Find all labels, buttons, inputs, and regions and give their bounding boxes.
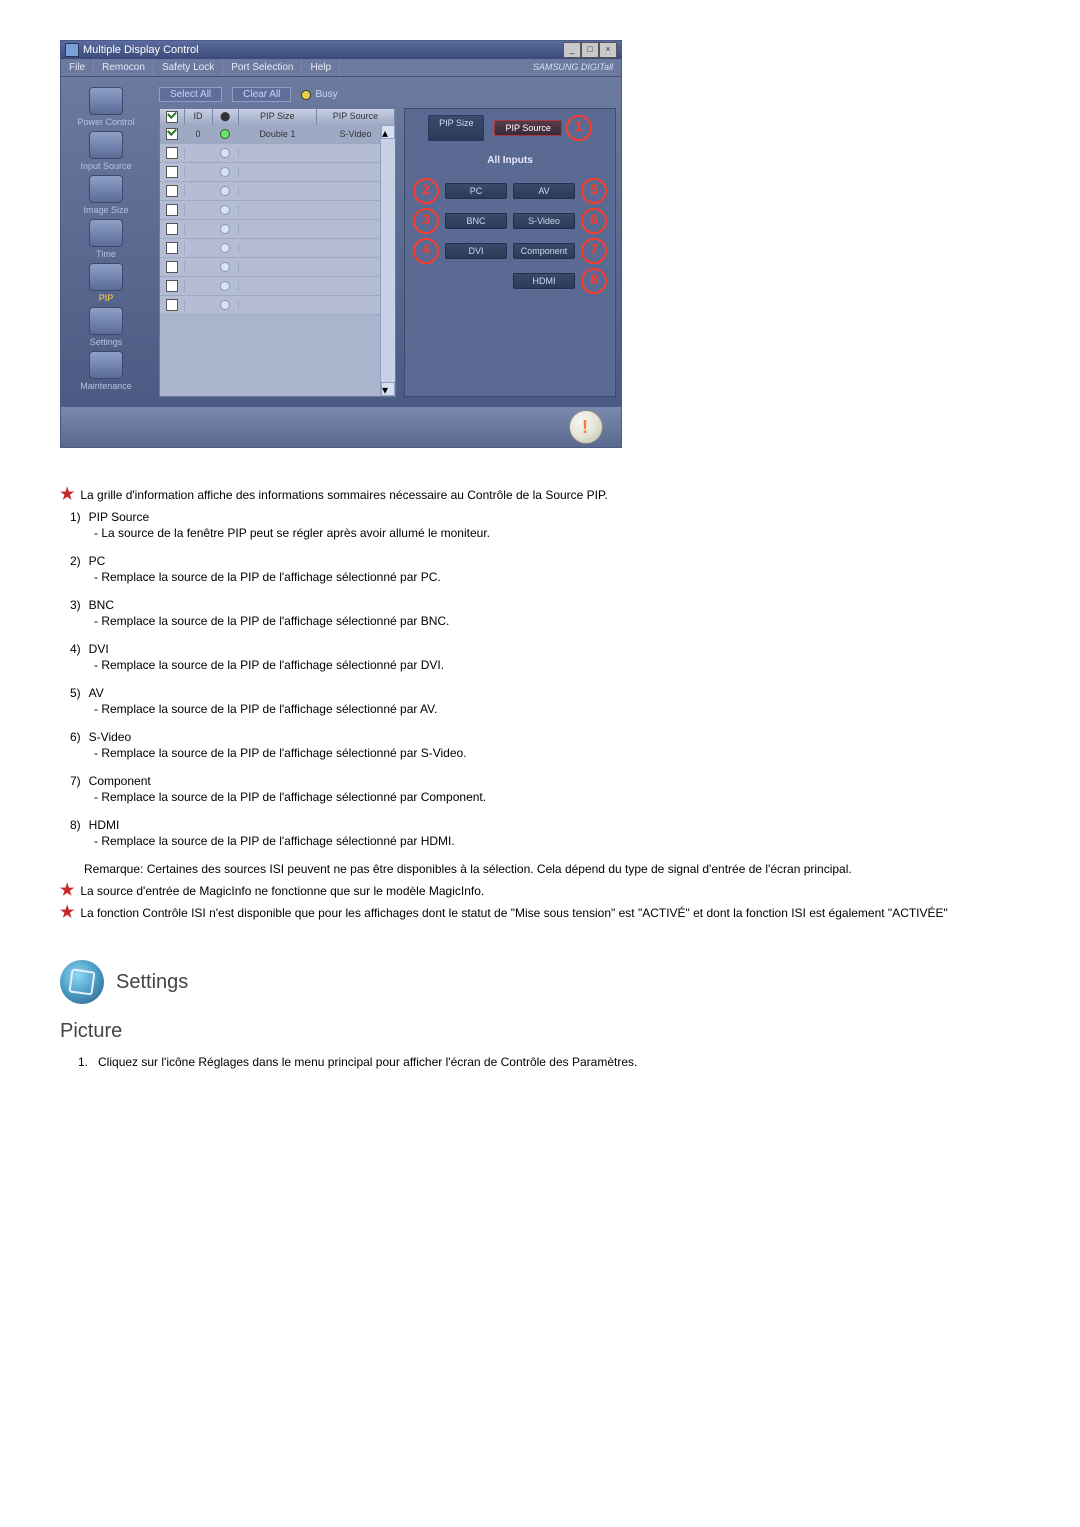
annotation-8: 8 [581,268,607,294]
star-icon: ★ [60,488,74,502]
list-item: 7)Component- Remplace la source de la PI… [70,774,1000,804]
close-button[interactable]: × [599,42,617,58]
remark-text: Remarque: Certaines des sources ISI peuv… [84,862,1000,876]
table-row[interactable]: 0 Double 1 S-Video [160,125,395,144]
app-icon [65,43,79,57]
sidebar-item-maintenance[interactable]: Maintenance [66,351,146,391]
list-item: 2)PC- Remplace la source de la PIP de l'… [70,554,1000,584]
av-button[interactable]: AV [513,183,575,199]
component-button[interactable]: Component [513,243,575,259]
annotation-1: 1 [566,115,592,141]
annotation-5: 5 [581,178,607,204]
note-2: La fonction Contrôle ISI n'est disponibl… [80,906,1000,920]
alert-icon [569,410,603,444]
intro-text: La grille d'information affiche des info… [80,488,1000,502]
table-row[interactable] [160,277,395,296]
star-icon: ★ [60,884,74,898]
col-status: ⬤ [213,109,239,125]
status-bar [61,407,621,447]
sidebar: Power Control Input Source Image Size Ti… [61,77,151,407]
toolbar: Select All Clear All Busy [159,87,616,102]
input-source-icon [89,131,123,159]
minimize-button[interactable]: _ [563,42,581,58]
power-icon [89,87,123,115]
table-row[interactable] [160,220,395,239]
table-row[interactable] [160,296,395,315]
list-item: 8)HDMI- Remplace la source de la PIP de … [70,818,1000,848]
all-inputs-label: All Inputs [413,155,607,166]
window-title: Multiple Display Control [83,44,199,56]
sidebar-item-input-source[interactable]: Input Source [66,131,146,171]
app-window: Multiple Display Control _ □ × File Remo… [60,40,622,448]
menu-file[interactable]: File [61,59,94,76]
col-pip-size: PIP Size [239,109,317,125]
annotation-2: 2 [413,178,439,204]
header-checkbox[interactable] [166,111,178,123]
scroll-up-button[interactable]: ▴ [381,125,395,139]
status-on-icon [220,129,230,139]
picture-title: Picture [60,1020,1000,1043]
settings-icon [89,307,123,335]
table-row[interactable] [160,201,395,220]
mdc-screenshot: Multiple Display Control _ □ × File Remo… [60,40,620,448]
scroll-down-button[interactable]: ▾ [381,382,395,396]
list-item: 5)AV- Remplace la source de la PIP de l'… [70,686,1000,716]
busy-dot-icon [301,90,311,100]
dvi-button[interactable]: DVI [445,243,507,259]
annotation-6: 6 [581,208,607,234]
sidebar-item-settings[interactable]: Settings [66,307,146,347]
list-item: 6)S-Video- Remplace la source de la PIP … [70,730,1000,760]
menu-port-selection[interactable]: Port Selection [223,59,302,76]
menu-help[interactable]: Help [302,59,340,76]
brand-label: SAMSUNG DIGITall [525,59,621,76]
pip-source-tab[interactable]: PIP Source [494,120,561,136]
bnc-button[interactable]: BNC [445,213,507,229]
pip-source-panel: PIP Size PIP Source 1 All Inputs 2 PC [404,108,616,397]
maximize-button[interactable]: □ [581,42,599,58]
numbered-list: 1)PIP Source- La source de la fenêtre PI… [60,510,1000,848]
col-pip-source: PIP Source [317,109,395,125]
table-row[interactable] [160,163,395,182]
table-row[interactable] [160,239,395,258]
sidebar-item-pip[interactable]: PIP [66,263,146,303]
titlebar: Multiple Display Control _ □ × [61,41,621,59]
pip-size-tab[interactable]: PIP Size [428,115,484,141]
table-row[interactable] [160,144,395,163]
hdmi-button[interactable]: HDMI [513,273,575,289]
menu-remocon[interactable]: Remocon [94,59,154,76]
picture-step-1: 1. Cliquez sur l'icône Réglages dans le … [78,1055,1000,1069]
row-checkbox[interactable] [166,128,178,140]
table-row[interactable] [160,182,395,201]
display-table: ID ⬤ PIP Size PIP Source 0 Double 1 [159,108,396,397]
annotation-7: 7 [581,238,607,264]
maintenance-icon [89,351,123,379]
note-1: La source d'entrée de MagicInfo ne fonct… [80,884,1000,898]
annotation-3: 3 [413,208,439,234]
col-id: ID [185,109,213,125]
select-all-button[interactable]: Select All [159,87,222,102]
list-item: 3)BNC- Remplace la source de la PIP de l… [70,598,1000,628]
menubar: File Remocon Safety Lock Port Selection … [61,59,621,77]
clear-all-button[interactable]: Clear All [232,87,291,102]
star-icon: ★ [60,906,74,920]
busy-indicator: Busy [301,89,337,100]
sidebar-item-power-control[interactable]: Power Control [66,87,146,127]
svideo-button[interactable]: S-Video [513,213,575,229]
pip-icon [89,263,123,291]
list-item: 4)DVI- Remplace la source de la PIP de l… [70,642,1000,672]
table-row[interactable] [160,258,395,277]
menu-safety-lock[interactable]: Safety Lock [154,59,223,76]
section-title: Settings [116,971,188,994]
image-size-icon [89,175,123,203]
table-scrollbar[interactable]: ▴ ▾ [380,125,395,396]
settings-section-icon [60,960,104,1004]
pc-button[interactable]: PC [445,183,507,199]
sidebar-item-image-size[interactable]: Image Size [66,175,146,215]
list-item: 1)PIP Source- La source de la fenêtre PI… [70,510,1000,540]
time-icon [89,219,123,247]
annotation-4: 4 [413,238,439,264]
sidebar-item-time[interactable]: Time [66,219,146,259]
